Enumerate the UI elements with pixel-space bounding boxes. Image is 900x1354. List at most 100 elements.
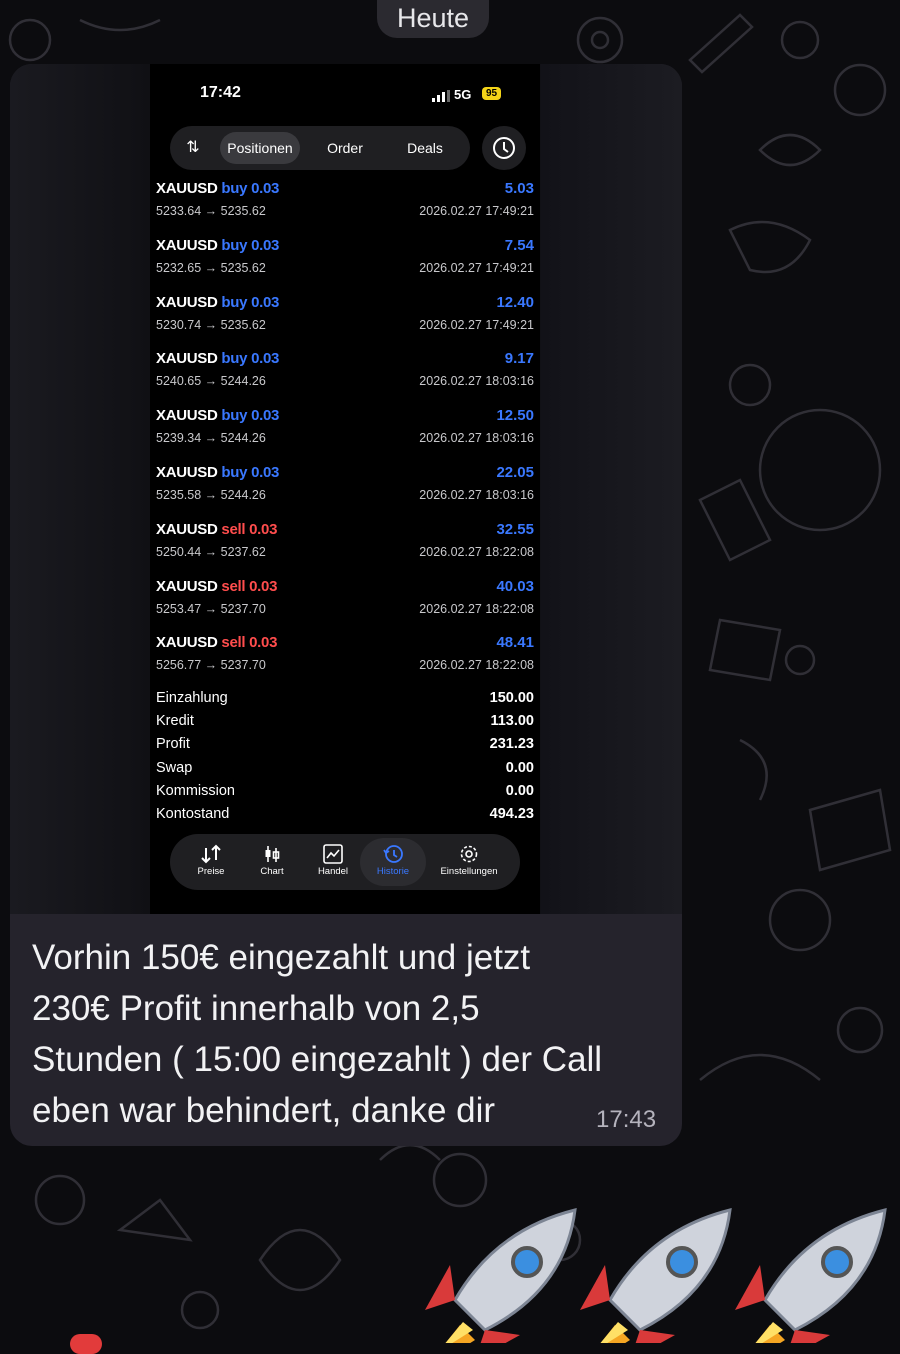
deal-volume: 0.03: [251, 293, 280, 311]
summary-label: Einzahlung: [156, 690, 228, 706]
signal-icon: [432, 90, 450, 102]
deal-symbol: XAUUSD buy 0.03: [156, 464, 279, 481]
summary-label: Kredit: [156, 713, 194, 730]
deal-prices: 5239.34 → 5244.26: [156, 431, 266, 446]
deal-profit: 22.05: [496, 463, 534, 481]
deal-row[interactable]: XAUUSD buy 0.03 5235.58 → 5244.26 22.05 202…: [156, 460, 536, 517]
history-icon: [383, 845, 403, 863]
sort-icon[interactable]: ⇅: [180, 136, 206, 160]
deal-time: 2026.02.27 18:03:16: [419, 374, 534, 389]
nav-preise[interactable]: Preise: [178, 838, 244, 886]
nav-label: Einstellungen: [440, 866, 498, 877]
deal-volume: 0.03: [251, 463, 280, 481]
deal-row[interactable]: XAUUSD buy 0.03 5232.65 → 5235.62 7.54 2026…: [156, 233, 536, 290]
summary-row: Swap 0.00: [156, 758, 536, 781]
bottom-nav: Preise Chart Handel Historie Einstellung…: [170, 834, 520, 890]
deal-profit: 12.50: [496, 407, 534, 425]
deal-symbol: XAUUSD sell 0.03: [156, 521, 277, 538]
deal-prices: 5233.64 → 5235.62: [156, 204, 266, 218]
status-time: 17:42: [200, 84, 241, 101]
tab-deals[interactable]: Deals: [390, 132, 460, 164]
message-time: 17:43: [596, 1106, 657, 1133]
summary-value: 0.00: [505, 782, 534, 799]
summary-row: Kontostand 494.23: [156, 804, 536, 827]
symbol-text: XAUUSD: [156, 634, 218, 652]
summary-value: 231.23: [489, 736, 534, 753]
summary-value: 150.00: [489, 690, 534, 706]
summary-label: Profit: [156, 736, 190, 753]
nav-label: Handel: [317, 866, 349, 877]
clock-icon[interactable]: [482, 126, 526, 170]
deal-row[interactable]: XAUUSD sell 0.03 5256.77 → 5237.70 48.41 20…: [156, 630, 536, 687]
nav-historie[interactable]: Historie: [360, 838, 426, 886]
message-line: Vorhin 150€ eingezahlt und jetzt: [32, 938, 531, 977]
deal-side: buy: [221, 236, 248, 254]
date-separator: Heute: [377, 0, 489, 38]
nav-einstellungen[interactable]: Einstellungen: [430, 838, 508, 886]
deal-symbol: XAUUSD buy 0.03: [156, 350, 279, 367]
deal-time: 2026.02.27 17:49:21: [419, 260, 534, 275]
deal-time: 2026.02.27 18:03:16: [419, 431, 534, 446]
deal-side: buy: [221, 293, 248, 311]
tab-order[interactable]: Order: [310, 132, 380, 164]
deal-profit: 48.41: [496, 634, 534, 652]
deal-symbol: XAUUSD buy 0.03: [156, 180, 279, 197]
rocket-icon: [418, 1208, 577, 1343]
deal-time: 2026.02.27 18:22:08: [419, 544, 534, 559]
status-bar: 17:42 5G 95: [150, 78, 540, 112]
arrows-icon: [201, 844, 221, 864]
deal-profit: 9.17: [504, 350, 534, 368]
summary-value: 113.00: [490, 713, 534, 730]
nav-handel[interactable]: Handel: [300, 838, 366, 886]
nav-label: Preise: [197, 866, 225, 877]
summary-row: Kredit 113.00: [156, 711, 536, 734]
nav-chart[interactable]: Chart: [239, 838, 305, 886]
deal-symbol: XAUUSD buy 0.03: [156, 407, 279, 424]
deal-row[interactable]: XAUUSD buy 0.03 5240.65 → 5244.26 9.17 2026…: [156, 346, 536, 403]
symbol-text: XAUUSD: [156, 236, 218, 254]
unread-badge: [70, 1334, 102, 1354]
deal-prices: 5240.65 → 5244.26: [156, 374, 266, 389]
network-type: 5G: [454, 87, 472, 102]
symbol-text: XAUUSD: [156, 520, 218, 538]
deal-time: 2026.02.27 17:49:21: [419, 204, 534, 218]
screenshot-photo[interactable]: 17:42 5G 95 ⇅ Positionen Order Deals XAU…: [10, 64, 682, 914]
deal-profit: 12.40: [496, 293, 534, 311]
deal-row[interactable]: XAUUSD sell 0.03 5253.47 → 5237.70 40.03 20…: [156, 574, 536, 631]
tab-positionen[interactable]: Positionen: [220, 132, 300, 164]
deal-profit: 32.55: [496, 520, 534, 538]
deal-side: sell: [221, 520, 246, 538]
summary-value: 494.23: [489, 805, 534, 822]
account-summary: Einzahlung 150.00 Kredit 113.00 Profit 231.23…: [156, 688, 536, 827]
deal-symbol: XAUUSD sell 0.03: [156, 578, 277, 595]
deal-prices: 5235.58 → 5244.26: [156, 487, 266, 502]
message-text: Vorhin 150€ eingezahlt und jetzt 230€ Pr…: [32, 932, 672, 1136]
summary-value: 0.00: [505, 759, 534, 776]
message-line: 230€ Profit innerhalb von 2,5: [32, 989, 480, 1028]
deal-symbol: XAUUSD buy 0.03: [156, 237, 279, 254]
rocket-icon: [573, 1208, 732, 1343]
deal-row[interactable]: XAUUSD buy 0.03 5239.34 → 5244.26 12.50 202…: [156, 403, 536, 460]
deal-row[interactable]: XAUUSD buy 0.03 5233.64 → 5235.62 5.03 2026…: [156, 176, 536, 233]
deals-list: XAUUSD buy 0.03 5233.64 → 5235.62 5.03 2026…: [156, 176, 536, 687]
deal-side: sell: [221, 634, 246, 652]
summary-row: Profit 231.23: [156, 734, 536, 757]
deal-profit: 7.54: [504, 236, 534, 254]
gear-icon: [460, 845, 478, 863]
rocket-emoji-message[interactable]: [400, 1205, 900, 1343]
deal-row[interactable]: XAUUSD buy 0.03 5230.74 → 5235.62 12.40 202…: [156, 290, 536, 347]
rocket-icon: [728, 1208, 887, 1343]
symbol-text: XAUUSD: [156, 180, 218, 197]
phone-screen: 17:42 5G 95 ⇅ Positionen Order Deals XAU…: [150, 64, 540, 914]
deal-time: 2026.02.27 18:22:08: [419, 601, 534, 616]
battery-icon: 95: [482, 87, 502, 100]
deal-profit: 5.03: [504, 180, 534, 197]
message-bubble[interactable]: 17:42 5G 95 ⇅ Positionen Order Deals XAU…: [10, 64, 682, 1146]
deal-volume: 0.03: [249, 577, 278, 595]
summary-row: Kommission 0.00: [156, 781, 536, 804]
deal-prices: 5230.74 → 5235.62: [156, 317, 266, 332]
deal-prices: 5253.47 → 5237.70: [156, 601, 266, 616]
deal-row[interactable]: XAUUSD sell 0.03 5250.44 → 5237.62 32.55 20…: [156, 517, 536, 574]
deal-volume: 0.03: [249, 634, 278, 652]
symbol-text: XAUUSD: [156, 463, 218, 481]
